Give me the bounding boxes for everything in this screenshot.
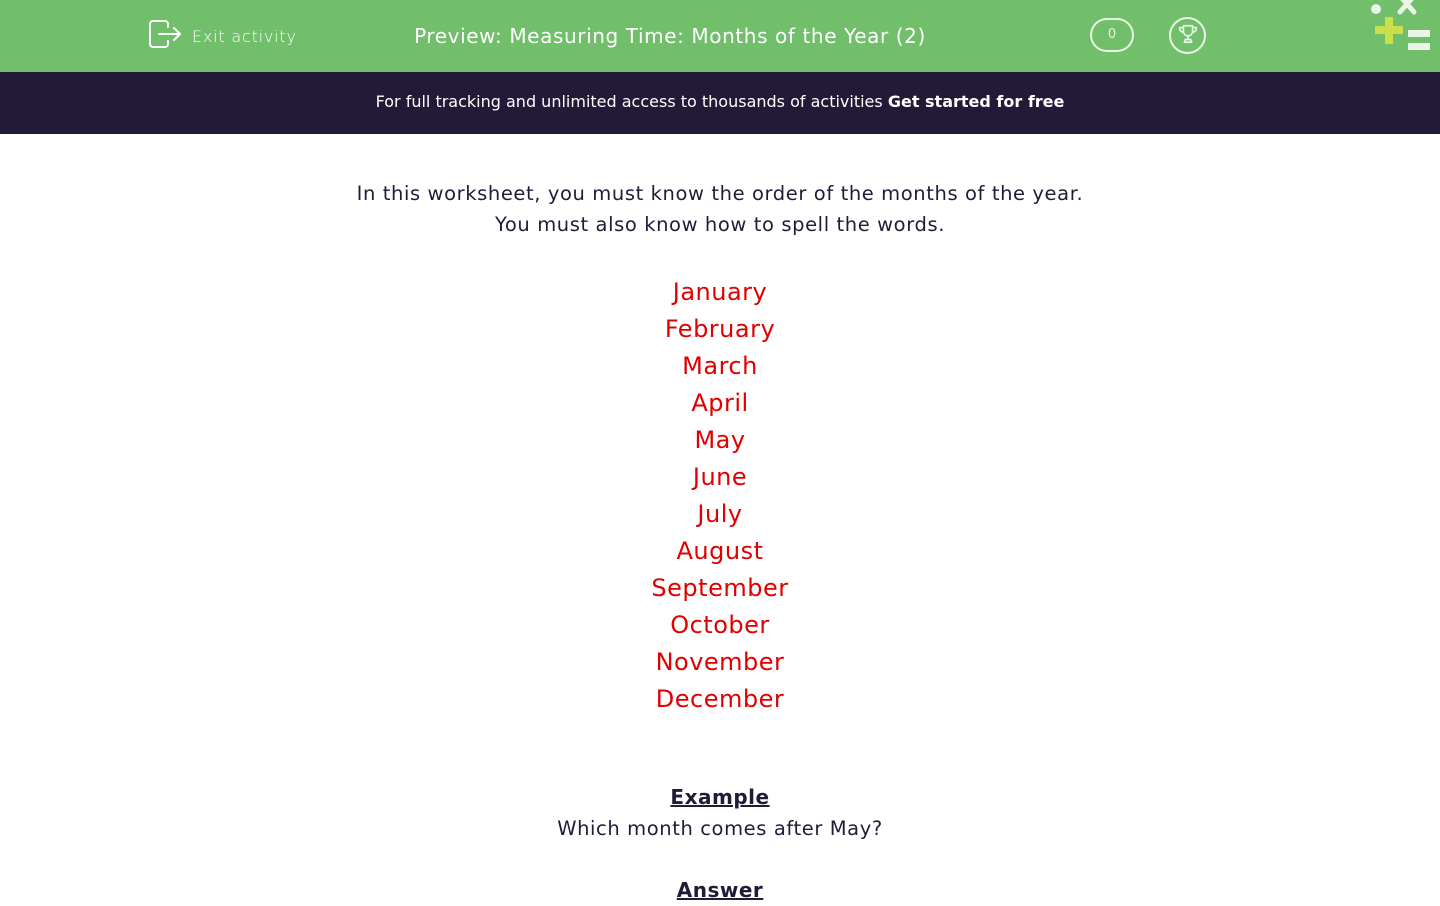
exit-activity-button[interactable]: Exit activity	[148, 20, 297, 52]
page-title: Preview: Measuring Time: Months of the Y…	[414, 24, 926, 48]
month-item: August	[676, 537, 764, 565]
month-item: November	[655, 648, 785, 676]
brand-logo-icon	[1366, 0, 1440, 60]
example-question: Which month comes after May?	[557, 817, 883, 840]
banner-text: For full tracking and unlimited access t…	[375, 92, 883, 111]
worksheet-content: In this worksheet, you must know the ord…	[0, 134, 1440, 902]
intro-line-2: You must also know how to spell the word…	[494, 213, 946, 236]
month-item: May	[694, 426, 746, 454]
get-started-link[interactable]: Get started for free	[888, 92, 1065, 111]
month-item: March	[682, 352, 758, 380]
month-item: December	[655, 685, 785, 713]
month-item: February	[664, 315, 776, 343]
intro-text: In this worksheet, you must know the ord…	[0, 178, 1440, 240]
months-list: January February March April May June Ju…	[0, 274, 1440, 718]
month-item: June	[692, 463, 748, 491]
month-item: April	[691, 389, 749, 417]
trophy-icon	[1177, 23, 1199, 49]
month-item: October	[670, 611, 770, 639]
trophy-button[interactable]	[1169, 17, 1206, 54]
month-item: September	[651, 574, 789, 602]
score-counter: 0	[1090, 18, 1134, 52]
intro-line-1: In this worksheet, you must know the ord…	[356, 182, 1084, 205]
exit-icon	[148, 19, 182, 53]
month-item: January	[672, 278, 768, 306]
example-heading: Example	[670, 785, 770, 809]
month-item: July	[697, 500, 743, 528]
top-bar: Exit activity Preview: Measuring Time: M…	[0, 0, 1440, 72]
access-banner: For full tracking and unlimited access t…	[0, 72, 1440, 134]
exit-activity-label: Exit activity	[192, 26, 297, 46]
answer-heading: Answer	[676, 878, 764, 902]
